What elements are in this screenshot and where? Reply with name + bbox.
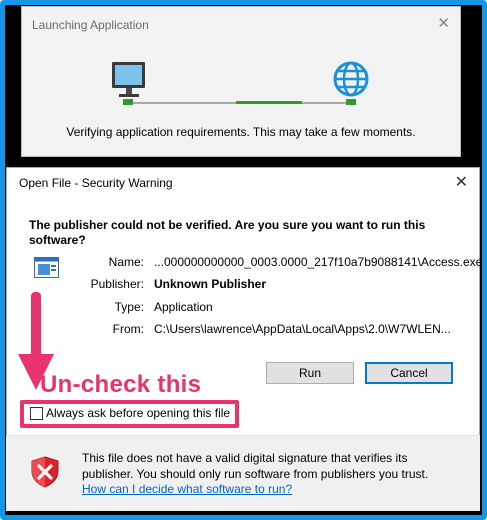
publisher-value: Unknown Publisher	[154, 277, 267, 291]
publisher-label: Publisher:	[90, 277, 144, 291]
annotation-highlight-box	[20, 400, 239, 428]
close-icon[interactable]: ✕	[437, 14, 450, 32]
dialog-title: Open File - Security Warning	[19, 176, 173, 190]
connector-dot-right	[346, 99, 356, 105]
connection-line-right	[302, 102, 350, 104]
globe-icon	[333, 61, 369, 97]
footer-warning-text: This file does not have a valid digital …	[82, 451, 429, 481]
name-label: Name:	[108, 255, 144, 269]
from-value: C:\Users\lawrence\AppData\Local\Apps\2.0…	[154, 322, 451, 336]
name-value: ...000000000000_0003.0000_217f10a7b90881…	[154, 255, 483, 269]
run-button[interactable]: Run	[266, 362, 354, 384]
launching-window: Launching Application ✕ Verifying applic…	[21, 6, 461, 157]
connection-progress	[236, 101, 302, 104]
annotation-text: Un-check this	[40, 371, 202, 398]
close-icon[interactable]: ✕	[455, 172, 468, 192]
computer-icon	[112, 62, 145, 97]
launch-message: Verifying application requirements. This…	[66, 125, 416, 139]
connector-dot-left	[123, 99, 133, 105]
warning-question: The publisher could not be verified. Are…	[29, 218, 426, 247]
launch-window-title: Launching Application	[32, 18, 149, 32]
shield-warning-icon	[31, 456, 59, 488]
help-link[interactable]: How can I decide what software to run?	[82, 482, 292, 496]
connection-line-left	[131, 102, 236, 104]
type-value: Application	[154, 300, 213, 314]
cancel-button[interactable]: Cancel	[365, 362, 453, 384]
